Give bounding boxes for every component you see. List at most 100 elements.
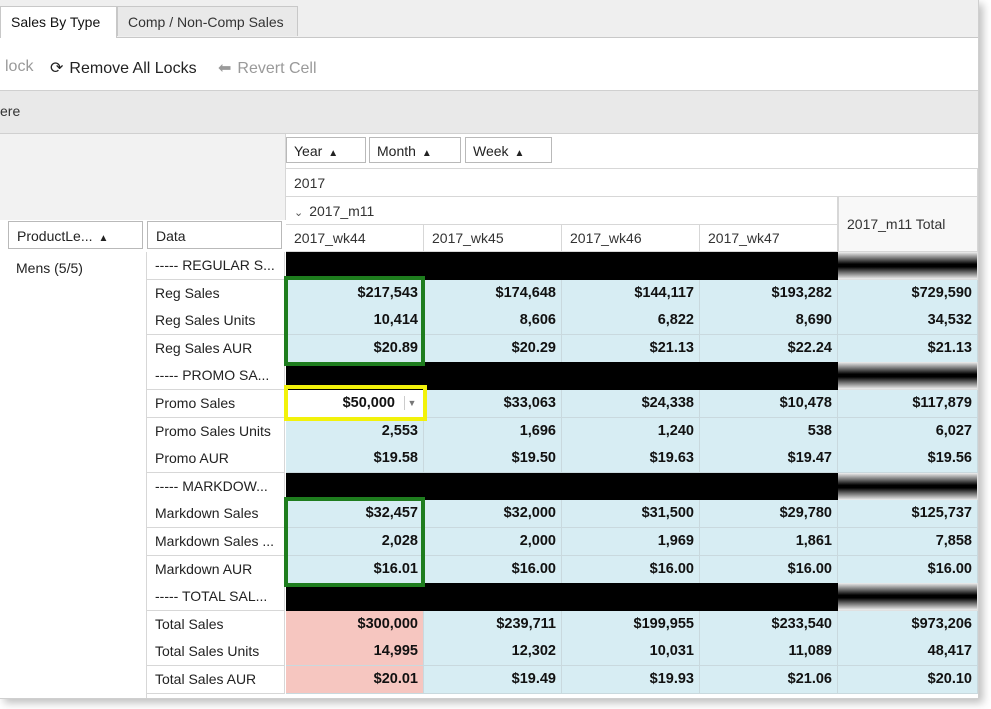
row-label[interactable]: ----- TOTAL SAL... [147, 583, 285, 611]
row-field-data[interactable]: Data [147, 221, 282, 249]
value-cell[interactable]: $233,540 [700, 611, 838, 639]
row-label[interactable]: Reg Sales Units [147, 307, 285, 335]
column-field-month[interactable]: Month ▲ [369, 137, 461, 163]
value-cell[interactable]: 8,690 [700, 307, 838, 335]
row-label[interactable]: Promo AUR [147, 445, 285, 473]
value-cell[interactable]: 1,240 [562, 418, 700, 446]
value-cell[interactable]: $729,590 [838, 280, 978, 308]
section-separator-cell [838, 473, 978, 501]
tab-comp-non-comp-sales[interactable]: Comp / Non-Comp Sales [117, 6, 298, 36]
value-cell[interactable]: $16.00 [700, 556, 838, 584]
value-text: $16.00 [927, 561, 972, 577]
value-cell[interactable]: 34,532 [838, 307, 978, 335]
value-cell[interactable]: 8,606 [424, 307, 562, 335]
value-text: 6,027 [935, 423, 972, 439]
value-cell[interactable]: $20.29 [424, 335, 562, 363]
value-cell[interactable]: $193,282 [700, 280, 838, 308]
row-label[interactable]: Promo Sales [147, 390, 285, 418]
value-cell[interactable]: 2,000 [424, 528, 562, 556]
value-cell[interactable]: 1,696 [424, 418, 562, 446]
row-field-product-level[interactable]: ProductLe... ▲ [8, 221, 143, 249]
value-cell[interactable]: $144,117 [562, 280, 700, 308]
tab-sales-by-type[interactable]: Sales By Type [0, 6, 117, 38]
value-cell[interactable]: 1,861 [700, 528, 838, 556]
value-text: 1,969 [657, 533, 694, 549]
value-cell[interactable]: 48,417 [838, 638, 978, 666]
product-row-header[interactable]: Mens (5/5) [0, 252, 147, 698]
row-label[interactable]: Total Sales AUR [147, 666, 285, 694]
value-text: 34,532 [927, 312, 972, 328]
row-label[interactable]: Markdown Sales ... [147, 528, 285, 556]
value-text: $20.29 [511, 340, 556, 356]
value-cell[interactable]: $29,780 [700, 500, 838, 528]
value-cell[interactable]: $21.13 [838, 335, 978, 363]
value-cell[interactable]: $19.47 [700, 445, 838, 473]
value-text: $233,540 [771, 616, 832, 632]
column-field-year[interactable]: Year ▲ [286, 137, 366, 163]
value-cell[interactable]: $19.49 [424, 666, 562, 694]
value-cell[interactable]: $300,000 [286, 611, 424, 639]
value-cell[interactable]: $239,711 [424, 611, 562, 639]
row-label[interactable]: Reg Sales [147, 280, 285, 308]
value-text: $16.00 [511, 561, 556, 577]
row-label[interactable]: Reg Sales AUR [147, 335, 285, 363]
value-text: 1,240 [657, 423, 694, 439]
value-cell[interactable]: 14,995 [286, 638, 424, 666]
app-window: Sales By Type Comp / Non-Comp Sales lock… [0, 0, 979, 699]
row-label[interactable]: Promo Sales Units [147, 418, 285, 446]
row-label[interactable]: Markdown AUR [147, 556, 285, 584]
month-header[interactable]: ⌄ 2017_m11 [286, 197, 838, 225]
value-cell[interactable]: $21.13 [562, 335, 700, 363]
value-cell[interactable]: $19.50 [424, 445, 562, 473]
value-text: $300,000 [357, 616, 418, 632]
value-cell[interactable]: 12,302 [424, 638, 562, 666]
value-cell[interactable]: $117,879 [838, 390, 978, 418]
value-cell[interactable]: 2,553 [286, 418, 424, 446]
remove-all-locks-button[interactable]: ⟳ Remove All Locks [50, 58, 197, 78]
value-cell[interactable]: $19.93 [562, 666, 700, 694]
row-label[interactable]: ----- REGULAR S... [147, 252, 285, 280]
value-cell[interactable]: 6,822 [562, 307, 700, 335]
value-cell[interactable]: $24,338 [562, 390, 700, 418]
row-label[interactable]: ----- PROMO SA... [147, 362, 285, 390]
value-cell[interactable]: 1,969 [562, 528, 700, 556]
year-header: 2017 [286, 168, 978, 197]
row-label[interactable]: ----- MARKDOW... [147, 473, 285, 501]
value-cell[interactable]: $20.10 [838, 666, 978, 694]
value-cell[interactable]: $16.00 [838, 556, 978, 584]
row-label[interactable]: Total Sales Units [147, 638, 285, 666]
month-header-label: 2017_m11 [309, 203, 375, 219]
value-cell[interactable]: $21.06 [700, 666, 838, 694]
value-cell[interactable]: $199,955 [562, 611, 700, 639]
value-cell[interactable]: 11,089 [700, 638, 838, 666]
value-cell[interactable]: $16.00 [562, 556, 700, 584]
value-cell[interactable]: 538 [700, 418, 838, 446]
value-cell[interactable]: 7,858 [838, 528, 978, 556]
value-cell[interactable]: $20.01 [286, 666, 424, 694]
value-text: $19.47 [787, 450, 832, 466]
value-text: $16.00 [787, 561, 832, 577]
value-cell[interactable]: $16.00 [424, 556, 562, 584]
value-text: $193,282 [771, 285, 832, 301]
revert-cell-button[interactable]: ⬅ Revert Cell [218, 58, 317, 78]
value-cell[interactable]: $174,648 [424, 280, 562, 308]
section-separator-cell [700, 583, 838, 611]
value-cell[interactable]: $33,063 [424, 390, 562, 418]
value-cell[interactable]: $19.58 [286, 445, 424, 473]
value-cell[interactable]: $31,500 [562, 500, 700, 528]
value-cell[interactable]: 6,027 [838, 418, 978, 446]
row-label[interactable]: Total Sales [147, 611, 285, 639]
filter-drop-area[interactable]: ere [0, 91, 978, 134]
value-cell[interactable]: 10,031 [562, 638, 700, 666]
value-cell[interactable]: $32,000 [424, 500, 562, 528]
value-cell[interactable]: $22.24 [700, 335, 838, 363]
value-cell[interactable]: $19.56 [838, 445, 978, 473]
value-cell[interactable]: $19.63 [562, 445, 700, 473]
value-cell[interactable]: $10,478 [700, 390, 838, 418]
column-field-week[interactable]: Week ▲ [465, 137, 552, 163]
value-cell[interactable]: $125,737 [838, 500, 978, 528]
row-label[interactable]: Markdown Sales [147, 500, 285, 528]
value-cell[interactable]: $973,206 [838, 611, 978, 639]
value-text: $973,206 [911, 616, 972, 632]
unlock-button[interactable]: lock [5, 58, 33, 76]
